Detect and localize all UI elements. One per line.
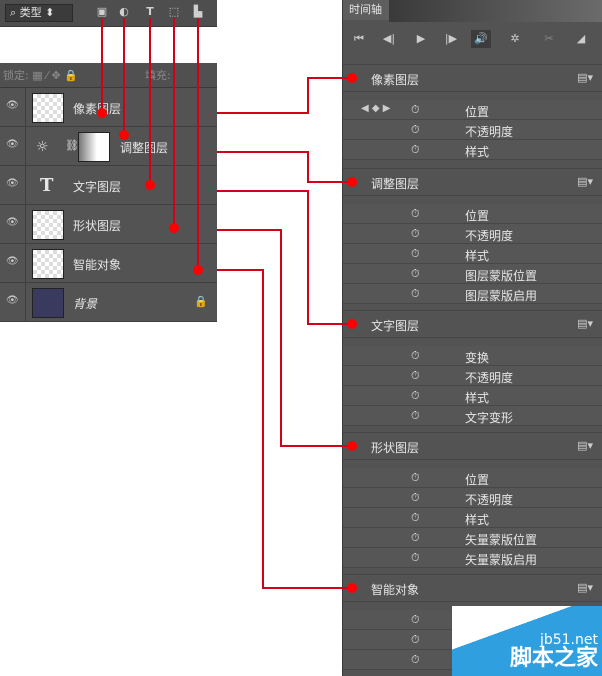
connector-dot xyxy=(347,177,357,187)
connector-overlay xyxy=(97,18,357,593)
connector-line xyxy=(217,229,352,447)
connector-dot xyxy=(169,223,179,233)
connector-dot xyxy=(145,180,155,190)
connector-dot xyxy=(97,108,107,118)
connector-line xyxy=(217,269,352,589)
connector-dot xyxy=(347,319,357,329)
connector-dot xyxy=(347,441,357,451)
connector-line xyxy=(217,77,352,114)
connector-line xyxy=(217,190,352,325)
connector-dot xyxy=(347,73,357,83)
connector-line xyxy=(217,151,352,183)
connector-dot xyxy=(119,130,129,140)
connector-dot xyxy=(193,265,203,275)
connector-dot xyxy=(347,583,357,593)
